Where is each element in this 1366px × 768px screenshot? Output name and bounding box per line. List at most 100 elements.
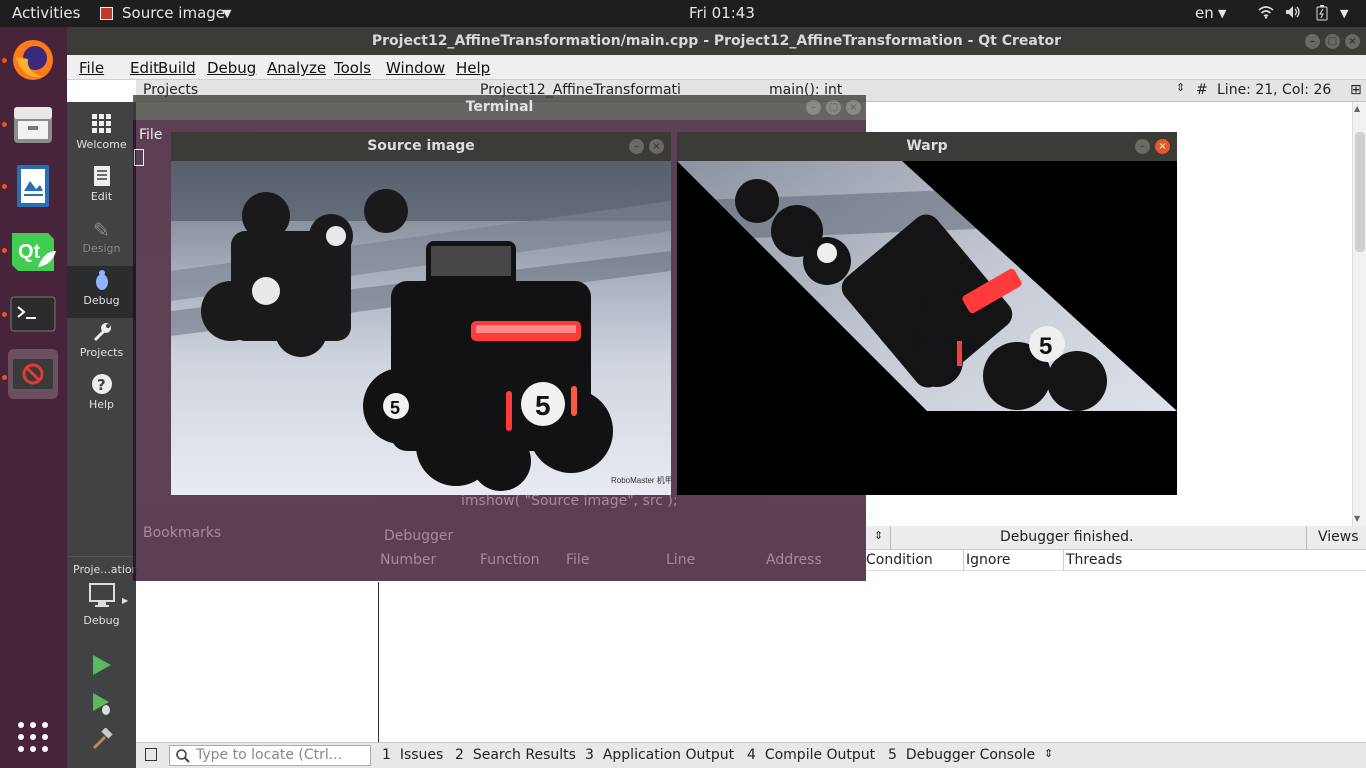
editor-scrollbar[interactable]: ▲ ▼ bbox=[1352, 102, 1366, 526]
system-menu-icon[interactable]: ▼ bbox=[1340, 7, 1348, 20]
help-icon: ? bbox=[67, 370, 136, 398]
updown-arrows-icon: ⇕ bbox=[1176, 81, 1186, 94]
close-button[interactable]: × bbox=[846, 100, 861, 115]
mode-label: Help bbox=[88, 398, 115, 411]
divider bbox=[1306, 526, 1307, 550]
mode-label: Debug bbox=[83, 294, 120, 307]
column-number: Number bbox=[380, 552, 437, 568]
debugger-status: Debugger finished. bbox=[1000, 529, 1134, 545]
close-button[interactable]: × bbox=[1345, 34, 1360, 49]
menu-file[interactable]: File bbox=[79, 59, 104, 77]
tab-compile-output[interactable]: 4 Compile Output bbox=[747, 747, 875, 763]
divider bbox=[1063, 550, 1064, 571]
locate-input[interactable]: Type to locate (Ctrl... bbox=[169, 745, 371, 766]
close-button[interactable]: × bbox=[1155, 139, 1170, 154]
app-menu[interactable]: Source image bbox=[122, 4, 225, 22]
tab-number: 1 bbox=[382, 747, 391, 763]
tab-application-output[interactable]: 3 Application Output bbox=[585, 747, 734, 763]
monitor-icon[interactable] bbox=[89, 583, 115, 613]
firefox-icon[interactable] bbox=[8, 35, 58, 85]
breakpoints-header: Condition Ignore Threads bbox=[866, 550, 1366, 571]
unknown-app-icon[interactable] bbox=[8, 349, 58, 399]
language-indicator[interactable]: en bbox=[1195, 4, 1214, 22]
kit-config[interactable]: Debug bbox=[67, 614, 136, 627]
tab-debugger-console[interactable]: 5 Debugger Console bbox=[888, 747, 1035, 763]
running-indicator bbox=[2, 248, 7, 253]
warp-image: 5 bbox=[677, 161, 1177, 495]
views-button[interactable]: Views bbox=[1318, 529, 1359, 545]
tab-label: Issues bbox=[399, 747, 444, 763]
minimize-button[interactable]: – bbox=[629, 139, 644, 154]
menu-debug[interactable]: Debug bbox=[207, 59, 256, 77]
window-title: Project12_AffineTransformation/main.cpp … bbox=[371, 33, 1062, 49]
terminal-cursor bbox=[134, 149, 144, 166]
app-menu-icon bbox=[100, 7, 113, 20]
wrench-icon bbox=[67, 318, 136, 346]
scroll-down-icon[interactable]: ▼ bbox=[1354, 514, 1360, 523]
debug-run-button[interactable] bbox=[91, 692, 113, 720]
maximize-button[interactable]: □ bbox=[826, 100, 841, 115]
terminal-menu-file[interactable]: File bbox=[139, 127, 162, 143]
menu-tools[interactable]: Tools bbox=[334, 59, 371, 77]
clock[interactable]: Fri 01:43 bbox=[689, 4, 755, 22]
updown-arrows-icon[interactable]: ⇕ bbox=[874, 529, 883, 542]
tab-issues[interactable]: 1 Issues bbox=[382, 747, 443, 763]
mode-edit[interactable]: Edit bbox=[67, 162, 136, 214]
mode-design[interactable]: ✎ Design bbox=[67, 214, 136, 266]
mode-projects[interactable]: Projects bbox=[67, 318, 136, 370]
close-button[interactable]: × bbox=[649, 139, 664, 154]
sidebar-toggle-icon[interactable] bbox=[145, 748, 157, 761]
tab-label: Debugger Console bbox=[905, 747, 1036, 763]
warp-window[interactable]: Warp – × 5 bbox=[677, 132, 1177, 495]
menu-analyze[interactable]: Analyze bbox=[267, 59, 326, 77]
kit-project[interactable]: Proje...ation bbox=[73, 563, 139, 576]
minimize-button[interactable]: – bbox=[1305, 34, 1320, 49]
maximize-button[interactable]: □ bbox=[1325, 34, 1340, 49]
minimize-button[interactable]: – bbox=[1135, 139, 1150, 154]
column-ignore[interactable]: Ignore bbox=[966, 552, 1011, 568]
mode-welcome[interactable]: Welcome bbox=[67, 110, 136, 162]
mode-bar: Welcome Edit ✎ Design Debug Projects ? H… bbox=[67, 102, 139, 768]
source-image: 5 5 RoboMaster 机甲大师 bbox=[171, 161, 671, 495]
tab-label: Search Results bbox=[472, 747, 576, 763]
mode-debug[interactable]: Debug bbox=[67, 266, 136, 318]
tab-number: 4 bbox=[747, 747, 756, 763]
debugger-toolbar: ⇕ Debugger finished. Views bbox=[866, 526, 1366, 550]
tab-search-results[interactable]: 2 Search Results bbox=[455, 747, 576, 763]
warp-window-title: Warp bbox=[677, 132, 1177, 161]
running-indicator bbox=[2, 184, 7, 189]
mode-help[interactable]: ? Help bbox=[67, 370, 136, 422]
column-threads[interactable]: Threads bbox=[1066, 552, 1122, 568]
top-bar: Activities Source image ▼ Fri 01:43 en ▼… bbox=[0, 0, 1366, 27]
scroll-up-icon[interactable]: ▲ bbox=[1354, 104, 1360, 113]
debugger-label: Debugger bbox=[384, 528, 454, 544]
battery-icon[interactable] bbox=[1316, 5, 1328, 25]
menu-edit[interactable]: Edit bbox=[130, 59, 159, 77]
run-button[interactable] bbox=[91, 654, 113, 680]
volume-icon[interactable] bbox=[1285, 5, 1301, 23]
menu-help[interactable]: Help bbox=[456, 59, 490, 77]
menu-window[interactable]: Window bbox=[386, 59, 445, 77]
menu-build[interactable]: Build bbox=[158, 59, 196, 77]
activities-button[interactable]: Activities bbox=[12, 4, 80, 22]
files-icon[interactable] bbox=[8, 99, 58, 149]
mode-label: Edit bbox=[90, 190, 113, 203]
show-applications-icon[interactable] bbox=[17, 721, 49, 757]
terminal-icon[interactable] bbox=[8, 289, 58, 339]
updown-arrows-icon[interactable]: ⇕ bbox=[1044, 747, 1053, 760]
qt-creator-icon[interactable]: Qt bbox=[8, 225, 58, 275]
scrollbar-thumb[interactable] bbox=[1355, 132, 1365, 252]
cursor-position[interactable]: Line: 21, Col: 26 bbox=[1217, 82, 1331, 98]
code-line: imshow( "Source image", src ); bbox=[461, 493, 678, 509]
svg-text:5: 5 bbox=[1039, 333, 1052, 360]
divider bbox=[963, 550, 964, 571]
mode-label: Welcome bbox=[76, 138, 127, 151]
minimize-button[interactable]: – bbox=[806, 100, 821, 115]
column-condition[interactable]: Condition bbox=[866, 552, 933, 568]
writer-icon[interactable] bbox=[8, 161, 58, 211]
bookmarks-panel bbox=[136, 582, 379, 742]
source-image-window[interactable]: Source image – × 5 5 RoboMaster 机甲 bbox=[171, 132, 671, 495]
wifi-icon[interactable] bbox=[1258, 5, 1274, 23]
build-hammer-icon[interactable] bbox=[91, 727, 113, 754]
split-icon[interactable]: ⊞ bbox=[1350, 82, 1362, 98]
